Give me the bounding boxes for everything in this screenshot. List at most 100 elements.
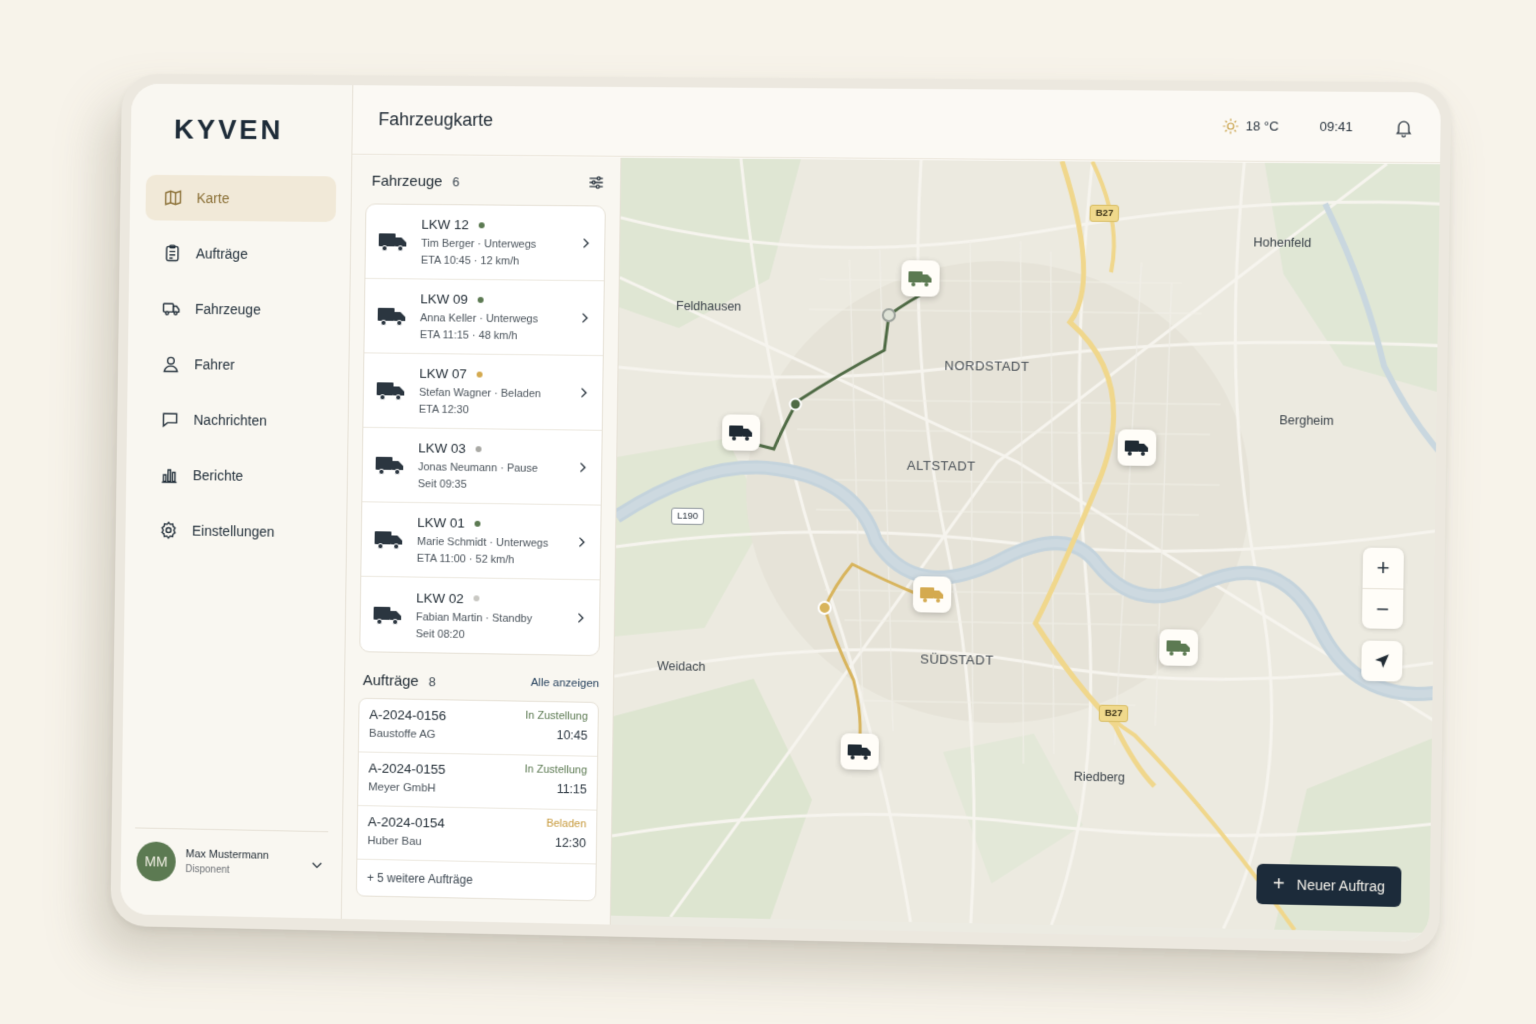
truck-icon — [920, 587, 944, 603]
show-all-link[interactable]: Alle anzeigen — [531, 677, 600, 690]
chat-icon — [160, 409, 180, 429]
vehicle-name: LKW 01 — [417, 514, 465, 531]
vehicle-marker[interactable] — [840, 733, 879, 770]
logo: KYVEN — [173, 113, 284, 146]
vehicle-name: LKW 07 — [419, 365, 467, 382]
orders-count: 8 — [428, 673, 436, 689]
order-list-item[interactable]: A-2024-0154 Huber Bau Beladen 12:30 — [357, 806, 597, 865]
zoom-in-button[interactable]: + — [1363, 548, 1404, 589]
bell-icon[interactable] — [1393, 117, 1414, 137]
vehicle-driver-status: Fabian Martin · Standby — [415, 610, 533, 625]
gear-icon — [159, 520, 179, 540]
sidebar-item-berichte[interactable]: Berichte — [142, 452, 333, 500]
order-id: A-2024-0155 — [368, 760, 446, 777]
map-place-label: Bergheim — [1279, 413, 1334, 428]
status-dot — [473, 595, 480, 602]
new-order-button[interactable]: + Neuer Auftrag — [1256, 863, 1402, 908]
user-profile[interactable]: MM Max Mustermann Disponent — [134, 827, 329, 883]
sidebar-item-label: Einstellungen — [191, 522, 275, 540]
sidebar-item-fahrzeuge[interactable]: Fahrzeuge — [144, 286, 335, 334]
vehicle-eta: Seit 08:20 — [415, 627, 465, 641]
order-customer: Huber Bau — [367, 835, 422, 849]
vehicle-list-item[interactable]: LKW 12 Tim Berger · Unterwegs ETA 10:45 · … — [365, 204, 605, 282]
vehicle-marker[interactable] — [721, 414, 761, 451]
vehicles-header: Fahrzeuge 6 — [366, 168, 607, 196]
chevron-down-icon[interactable] — [310, 857, 324, 871]
vehicle-eta: Seit 09:35 — [417, 478, 467, 491]
vehicle-list-item[interactable]: LKW 01 Marie Schmidt · Unterwegs ETA 11:00… — [361, 502, 601, 581]
vehicle-eta: ETA 10:45 · 12 km/h — [420, 254, 520, 268]
truck-icon — [375, 456, 404, 476]
sidebar-item-label: Aufträge — [195, 245, 248, 262]
vehicle-marker[interactable] — [1159, 629, 1199, 667]
map-view[interactable]: Feldhausen Hohenfeld Bergheim Weidach Ri… — [610, 157, 1441, 943]
clock: 09:41 — [1319, 118, 1353, 135]
clipboard-icon — [162, 243, 182, 263]
vehicle-list-item[interactable]: LKW 03 Jonas Neumann · Pause Seit 09:35 — [362, 427, 602, 506]
sidebar: KYVEN Karte Aufträge Fahrzeuge Fahrer Na… — [120, 83, 354, 919]
sidebar-item-nachrichten[interactable]: Nachrichten — [142, 396, 333, 444]
order-status: In Zustellung — [525, 709, 588, 723]
order-status: In Zustellung — [524, 763, 588, 777]
vehicle-list-item[interactable]: LKW 07 Stefan Wagner · Beladen ETA 12:30 — [363, 353, 603, 431]
zoom-controls: + − — [1361, 547, 1404, 630]
vehicle-driver-status: Marie Schmidt · Unterwegs — [416, 535, 549, 550]
locate-control — [1361, 640, 1403, 682]
main-area: Fahrzeugkarte 18 °C 09:41 Fahrzeuge 6 LK… — [341, 85, 1442, 943]
vehicle-eta: ETA 11:15 · 48 km/h — [419, 329, 518, 343]
filter-icon[interactable] — [586, 172, 606, 192]
sidebar-nav: Karte Aufträge Fahrzeuge Fahrer Nachrich… — [141, 174, 337, 566]
locate-button[interactable] — [1361, 640, 1402, 681]
vehicle-list-item[interactable]: LKW 09 Anna Keller · Unterwegs ETA 11:15 ·… — [364, 278, 604, 357]
sidebar-item-label: Fahrzeuge — [194, 300, 261, 318]
sidebar-item-auftraege[interactable]: Aufträge — [145, 230, 336, 277]
status-dot — [477, 296, 484, 303]
order-time: 12:30 — [554, 835, 587, 851]
chevron-right-icon — [576, 386, 590, 400]
map-district-label: NORDSTADT — [944, 357, 1030, 374]
order-time: 10:45 — [556, 728, 588, 743]
vehicle-driver-status: Anna Keller · Unterwegs — [420, 312, 539, 326]
truck-icon — [1124, 440, 1149, 456]
more-orders-link[interactable]: + 5 weitere Aufträge — [357, 860, 596, 901]
vehicle-name: LKW 02 — [416, 589, 464, 606]
vehicle-driver-status: Tim Berger · Unterwegs — [421, 237, 537, 251]
order-list-item[interactable]: A-2024-0156 Baustoffe AG In Zustellung 10:4… — [358, 698, 598, 757]
sidebar-item-einstellungen[interactable]: Einstellungen — [141, 507, 332, 555]
vehicle-name: LKW 03 — [418, 440, 466, 456]
vehicle-marker[interactable] — [1117, 429, 1157, 467]
temperature: 18 °C — [1245, 118, 1279, 134]
side-panel: Fahrzeuge 6 LKW 12 Tim Berger · Unterwegs… — [341, 155, 622, 925]
vehicle-driver-status: Jonas Neumann · Pause — [417, 461, 538, 475]
vehicle-list-item[interactable]: LKW 02 Fabian Martin · Standby Seit 08:20 — [360, 577, 599, 655]
truck-icon — [162, 299, 182, 319]
sidebar-item-label: Fahrer — [194, 356, 235, 373]
map-district-label: SÜDSTADT — [920, 651, 994, 668]
orders-list: A-2024-0156 Baustoffe AG In Zustellung 10:4… — [355, 697, 599, 902]
order-list-item[interactable]: A-2024-0155 Meyer GmbH In Zustellung 11:15 — [358, 752, 598, 811]
status-area: 18 °C 09:41 — [1221, 116, 1414, 138]
top-bar: Fahrzeugkarte 18 °C 09:41 — [352, 85, 1442, 164]
vehicle-marker[interactable] — [912, 576, 952, 613]
sidebar-item-karte[interactable]: Karte — [145, 174, 337, 223]
tablet-device: KYVEN Karte Aufträge Fahrzeuge Fahrer Na… — [110, 73, 1452, 955]
sidebar-item-label: Nachrichten — [193, 411, 267, 429]
vehicle-name: LKW 12 — [421, 216, 469, 233]
bar-chart-icon — [159, 465, 179, 485]
new-order-label: Neuer Auftrag — [1296, 876, 1385, 895]
road-badge: B27 — [1089, 204, 1120, 223]
order-time: 11:15 — [556, 781, 587, 797]
app-screen: KYVEN Karte Aufträge Fahrzeuge Fahrer Na… — [120, 83, 1442, 943]
zoom-out-button[interactable]: − — [1361, 587, 1404, 630]
user-role: Disponent — [185, 864, 230, 876]
map-place-label: Riedberg — [1073, 769, 1126, 785]
vehicle-eta: ETA 11:00 · 52 km/h — [416, 552, 515, 567]
vehicle-marker[interactable] — [901, 260, 940, 297]
chevron-right-icon — [573, 610, 587, 624]
sidebar-item-fahrer[interactable]: Fahrer — [143, 341, 334, 389]
truck-icon — [729, 425, 753, 441]
navigation-arrow-icon — [1374, 654, 1389, 668]
sun-icon — [1221, 117, 1240, 135]
content: Fahrzeuge 6 LKW 12 Tim Berger · Unterwegs… — [341, 155, 1441, 943]
truck-icon — [847, 744, 871, 760]
